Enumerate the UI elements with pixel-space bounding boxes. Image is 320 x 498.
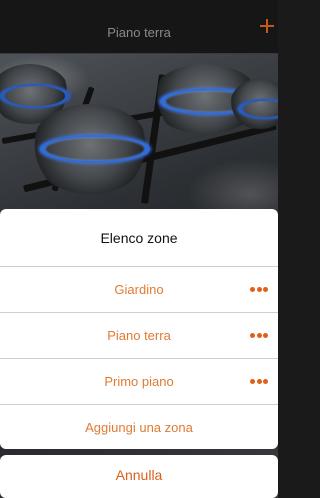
zone-list-sheet: Elenco zone Giardino Piano terra Primo p… <box>0 209 278 449</box>
more-horizontal-icon[interactable] <box>250 287 268 293</box>
plus-icon[interactable] <box>260 19 274 33</box>
add-zone-button[interactable]: Aggiungi una zona <box>0 405 278 449</box>
zone-item-label: Primo piano <box>104 374 174 389</box>
more-horizontal-icon[interactable] <box>250 379 268 385</box>
page-title: Piano terra <box>107 25 171 40</box>
zone-item-giardino[interactable]: Giardino <box>0 267 278 313</box>
header-bar: Piano terra <box>0 0 278 54</box>
zone-item-label: Giardino <box>114 282 164 297</box>
flame <box>0 84 70 108</box>
more-horizontal-icon[interactable] <box>250 333 268 339</box>
zone-item-label: Piano terra <box>107 328 171 343</box>
add-zone-label: Aggiungi una zona <box>85 420 193 435</box>
cancel-button[interactable]: Annulla <box>0 455 278 498</box>
zone-item-primo-piano[interactable]: Primo piano <box>0 359 278 405</box>
sheet-title: Elenco zone <box>0 209 278 267</box>
zone-item-piano-terra[interactable]: Piano terra <box>0 313 278 359</box>
flame <box>40 135 150 163</box>
